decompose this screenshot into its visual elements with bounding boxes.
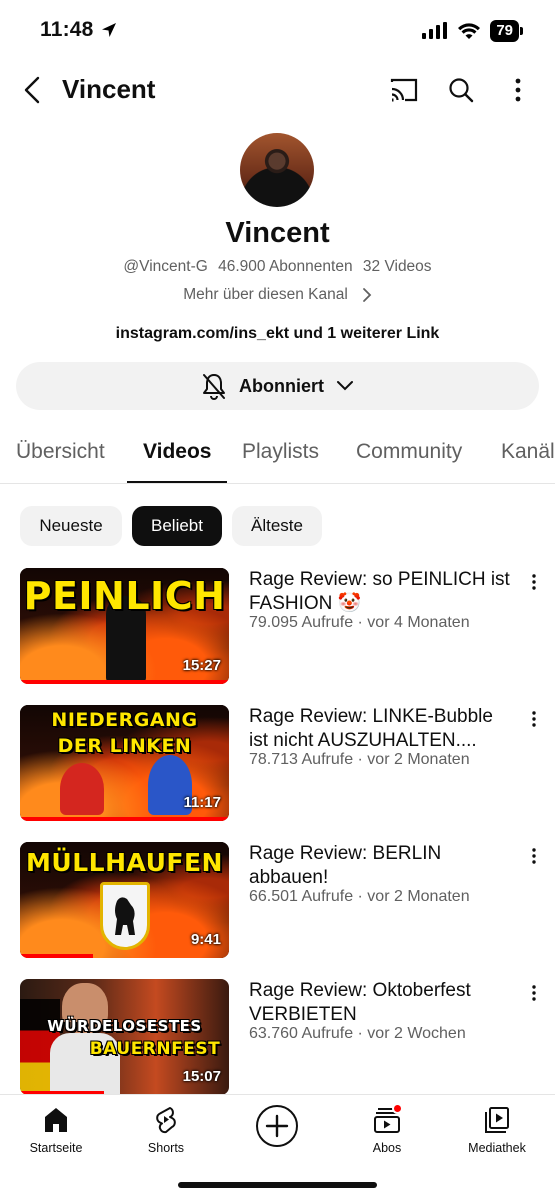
video-duration: 15:27 xyxy=(182,657,221,674)
tab-community[interactable]: Community xyxy=(356,440,462,464)
active-tab-indicator xyxy=(127,481,227,483)
channel-avatar[interactable] xyxy=(240,133,314,207)
video-menu-button[interactable] xyxy=(522,707,546,731)
video-title[interactable]: Rage Review: LINKE-Bubble ist nicht AUSZ… xyxy=(249,705,511,753)
thumbnail-text: MÜLLHAUFEN xyxy=(26,848,223,877)
status-bar: 11:48 79 xyxy=(0,0,555,62)
video-meta: 66.501 Aufrufe · vor 2 Monaten xyxy=(249,888,470,905)
tab-videos[interactable]: Videos xyxy=(143,440,211,464)
video-meta: 78.713 Aufrufe · vor 2 Monaten xyxy=(249,751,470,768)
home-icon xyxy=(45,1108,67,1132)
video-item[interactable]: MÜLLHAUFEN 9:41 Rage Review: BERLIN abba… xyxy=(20,842,540,960)
shorts-icon xyxy=(156,1107,176,1134)
location-arrow-icon xyxy=(101,23,116,37)
video-meta: 63.760 Aufrufe · vor 2 Wochen xyxy=(249,1025,466,1042)
watch-progress xyxy=(20,954,94,958)
video-title[interactable]: Rage Review: BERLIN abbauen! xyxy=(249,842,511,890)
subscribe-label: Abonniert xyxy=(239,375,324,396)
thumbnail-text: BAUERNFEST xyxy=(89,1039,221,1059)
video-thumbnail[interactable]: WÜRDELOSESTES BAUERNFEST 15:07 xyxy=(20,979,229,1095)
berlin-coat-of-arms xyxy=(100,882,150,950)
create-icon xyxy=(256,1105,298,1147)
cast-icon xyxy=(390,78,418,102)
home-indicator[interactable] xyxy=(178,1182,377,1188)
nav-home[interactable]: Startseite xyxy=(11,1105,101,1155)
search-button[interactable] xyxy=(445,74,477,106)
channel-name: Vincent xyxy=(225,217,330,249)
thumbnail-text: WÜRDELOSESTES xyxy=(47,1017,202,1035)
channel-handle: @Vincent-G xyxy=(123,258,208,275)
video-thumbnail[interactable]: MÜLLHAUFEN 9:41 xyxy=(20,842,229,958)
video-title[interactable]: Rage Review: so PEINLICH ist FASHION 🤡 xyxy=(249,568,511,616)
channel-meta: @Vincent-G 46.900 Abonnenten 32 Videos xyxy=(0,258,555,276)
nav-library-label: Mediathek xyxy=(468,1141,526,1155)
video-menu-button[interactable] xyxy=(522,844,546,868)
back-button[interactable] xyxy=(18,74,46,106)
tab-channels[interactable]: Kanäle xyxy=(501,440,555,464)
bear-icon xyxy=(115,897,135,935)
watch-progress xyxy=(20,680,229,684)
nav-shorts-label: Shorts xyxy=(147,1141,185,1155)
subscribed-button[interactable]: Abonniert xyxy=(16,362,539,410)
search-icon xyxy=(449,78,474,103)
nav-create[interactable] xyxy=(232,1105,322,1155)
thumbnail-text: DER LINKEN xyxy=(57,735,192,757)
more-vert-icon xyxy=(532,848,536,864)
nav-home-label: Startseite xyxy=(29,1141,83,1155)
video-duration: 11:17 xyxy=(183,794,221,811)
video-menu-button[interactable] xyxy=(522,981,546,1005)
page-title: Vincent xyxy=(62,74,156,104)
chip-popular[interactable]: Beliebt xyxy=(132,506,222,546)
tab-playlists[interactable]: Playlists xyxy=(242,440,319,464)
video-menu-button[interactable] xyxy=(522,570,546,594)
thumbnail-text: PEINLICH xyxy=(23,574,226,618)
video-meta: 79.095 Aufrufe · vor 4 Monaten xyxy=(249,614,470,631)
more-options-button[interactable] xyxy=(502,74,534,106)
battery-indicator: 79 xyxy=(490,20,523,42)
chip-newest[interactable]: Neueste xyxy=(20,506,122,546)
chevron-left-icon xyxy=(24,76,40,104)
cast-button[interactable] xyxy=(388,74,420,106)
video-item[interactable]: PEINLICH 15:27 Rage Review: so PEINLICH … xyxy=(20,568,540,686)
status-time: 11:48 xyxy=(40,18,118,42)
wifi-icon xyxy=(458,22,481,39)
more-about-label: Mehr über diesen Kanal xyxy=(183,286,348,303)
channel-tabs: Übersicht Videos Playlists Community Kan… xyxy=(0,432,555,484)
cellular-signal-icon xyxy=(422,22,448,39)
nav-library[interactable]: Mediathek xyxy=(452,1105,542,1155)
channel-links[interactable]: instagram.com/ins_ekt und 1 weiterer Lin… xyxy=(0,325,555,343)
chevron-down-icon xyxy=(337,381,353,391)
more-vert-icon xyxy=(532,574,536,590)
thumbnail-text: NIEDERGANG xyxy=(51,709,198,731)
status-indicators: 79 xyxy=(422,20,523,42)
video-thumbnail[interactable]: PEINLICH 15:27 xyxy=(20,568,229,684)
bell-off-icon xyxy=(203,374,225,400)
nav-shorts[interactable]: Shorts xyxy=(121,1105,211,1155)
video-count: 32 Videos xyxy=(362,258,432,275)
channel-header: Vincent xyxy=(0,62,555,118)
video-item[interactable]: NIEDERGANG DER LINKEN 11:17 Rage Review:… xyxy=(20,705,540,823)
subscriber-count: 46.900 Abonnenten xyxy=(218,258,353,275)
chevron-right-icon xyxy=(362,288,372,302)
watch-progress xyxy=(20,817,229,821)
chip-oldest[interactable]: Älteste xyxy=(232,506,322,546)
nav-subscriptions-label: Abos xyxy=(372,1141,402,1155)
tab-overview[interactable]: Übersicht xyxy=(16,440,105,464)
video-thumbnail[interactable]: NIEDERGANG DER LINKEN 11:17 xyxy=(20,705,229,821)
more-about-link[interactable]: Mehr über diesen Kanal xyxy=(0,286,555,304)
time-label: 11:48 xyxy=(40,18,94,41)
library-icon xyxy=(485,1107,509,1133)
notification-dot xyxy=(392,1103,403,1114)
nav-subscriptions[interactable]: Abos xyxy=(342,1103,432,1155)
figure-silhouette xyxy=(60,763,104,815)
video-title[interactable]: Rage Review: Oktoberfest VERBIETEN xyxy=(249,979,511,1027)
more-vert-icon xyxy=(532,985,536,1001)
more-vert-icon xyxy=(515,78,521,102)
more-vert-icon xyxy=(532,711,536,727)
video-item[interactable]: WÜRDELOSESTES BAUERNFEST 15:07 Rage Revi… xyxy=(20,979,540,1097)
video-duration: 9:41 xyxy=(190,931,221,948)
video-duration: 15:07 xyxy=(182,1068,221,1085)
